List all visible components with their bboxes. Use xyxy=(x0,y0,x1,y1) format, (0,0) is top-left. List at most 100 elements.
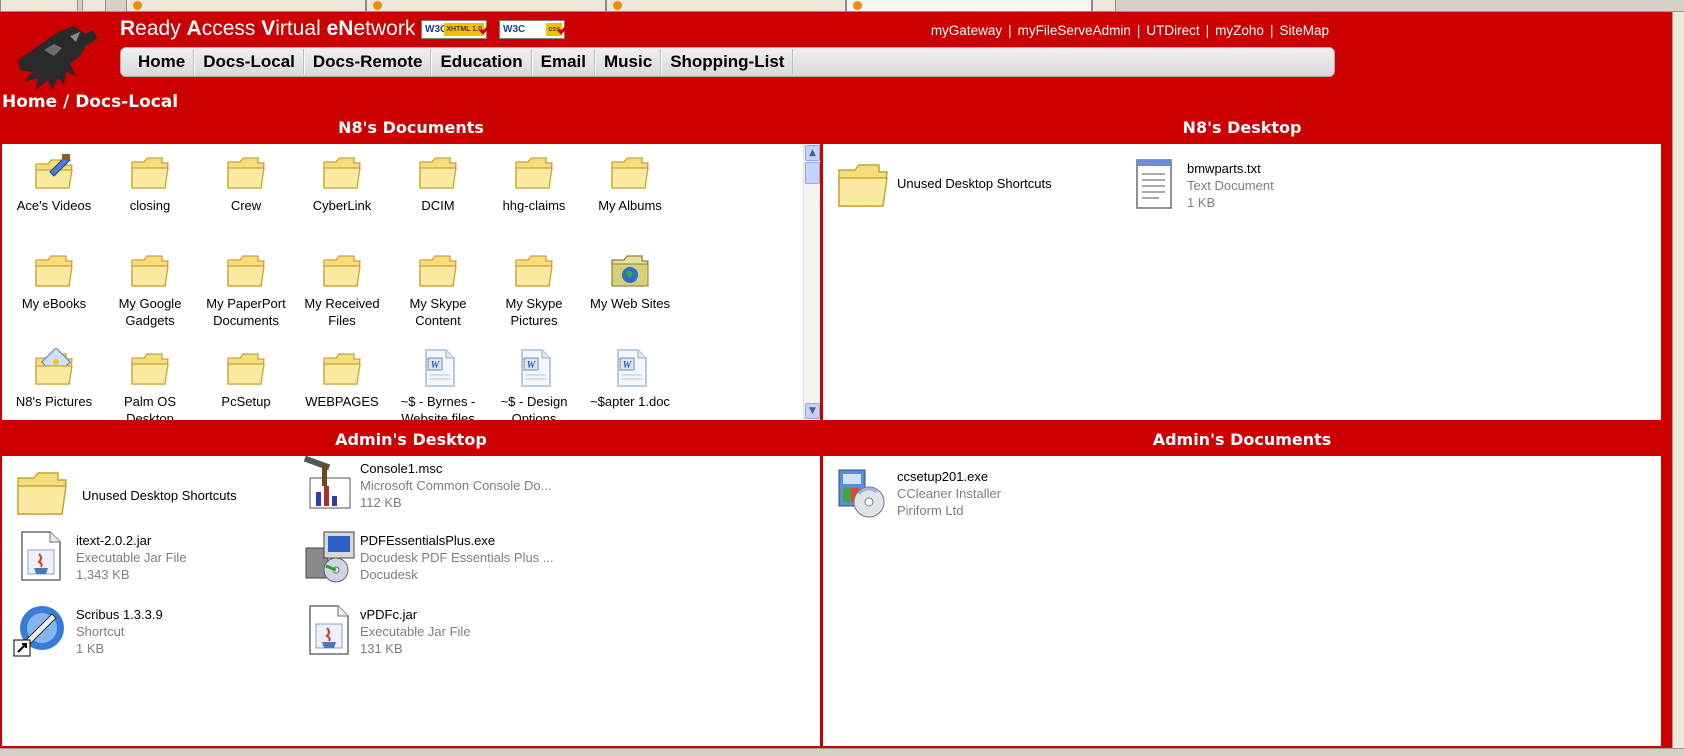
grid-item-label: Ace's Videos xyxy=(16,198,92,213)
browser-tab[interactable] xyxy=(82,0,106,12)
file-name: vPDFc.jar xyxy=(360,607,418,622)
grid-item[interactable]: hhg-claims xyxy=(486,152,582,214)
browser-tab-active[interactable] xyxy=(846,0,1092,12)
tile-pdfessentialsplus-exe[interactable]: PDFEssentialsPlus.exe Docudesk PDF Essen… xyxy=(302,528,602,592)
grid-item-label: ~$apter 1.doc xyxy=(590,394,670,409)
scribus-shortcut-icon xyxy=(13,606,64,657)
file-size: 112 KB xyxy=(360,495,402,510)
folder-globe-icon xyxy=(611,255,649,287)
site-title-part: A xyxy=(186,17,202,40)
grid-item-label: My Google Gadgets xyxy=(118,296,182,328)
site-title-part: ccess xyxy=(201,17,262,40)
w3c-xhtml-badge[interactable]: W3C XHTML 1.0 xyxy=(421,20,490,39)
grid-item[interactable]: Palm OS Desktop xyxy=(102,348,198,420)
scroll-down-button[interactable]: ▼ xyxy=(805,403,820,419)
svg-text:W: W xyxy=(623,360,633,371)
grid-item[interactable]: N8's Pictures xyxy=(6,348,102,410)
separator: | xyxy=(1136,23,1141,38)
nav-docs-remote[interactable]: Docs-Remote xyxy=(303,49,432,75)
grid-item[interactable]: W ~$ - Design Options xyxy=(486,348,582,420)
scroll-up-button[interactable]: ▲ xyxy=(805,145,820,161)
tile-console1-msc[interactable]: Console1.msc Microsoft Common Console Do… xyxy=(302,456,602,516)
nav-email[interactable]: Email xyxy=(531,49,595,75)
nav-docs-local[interactable]: Docs-Local xyxy=(194,49,304,75)
firefox-icon xyxy=(853,1,862,10)
breadcrumb: Home / Docs-Local xyxy=(2,92,179,112)
n8-documents-pane: Ace's Videos closing Crew CyberLink DCIM hhg-… xyxy=(2,144,820,420)
firefox-icon xyxy=(133,1,142,10)
grid-item[interactable]: My eBooks xyxy=(6,250,102,312)
file-type: CCleaner Installer xyxy=(897,486,1002,501)
window-scrollbar[interactable] xyxy=(1672,12,1684,748)
jar-file-icon xyxy=(309,605,349,655)
link-mygateway[interactable]: myGateway xyxy=(931,23,1002,38)
n8-desktop-pane: Unused Desktop Shortcuts bmwparts.txt Te… xyxy=(823,144,1661,420)
pane-title-admin-desktop: Admin's Desktop xyxy=(335,430,487,449)
browser-tab[interactable] xyxy=(606,0,846,12)
admin-documents-pane: ccsetup201.exe CCleaner Installer Pirifo… xyxy=(823,456,1661,746)
folder-icon xyxy=(323,255,361,287)
grid-item[interactable]: My Skype Pictures xyxy=(486,250,582,329)
link-utdirect[interactable]: UTDirect xyxy=(1146,23,1199,38)
site-title-part: irtual xyxy=(275,17,327,40)
browser-tab[interactable] xyxy=(366,0,606,12)
folder-icon xyxy=(611,157,649,189)
tile-bmwparts-txt[interactable]: bmwparts.txt Text Document 1 KB xyxy=(1129,156,1429,216)
grid-item[interactable]: PcSetup xyxy=(198,348,294,410)
grid-item[interactable]: My PaperPort Documents xyxy=(198,250,294,329)
tile-scribus-shortcut[interactable]: Scribus 1.3.3.9 Shortcut 1 KB xyxy=(12,602,282,666)
file-publisher: Docudesk xyxy=(360,567,418,582)
file-type: Microsoft Common Console Do... xyxy=(360,478,552,493)
link-myfileserveadmin[interactable]: myFileServeAdmin xyxy=(1018,23,1131,38)
grid-item[interactable]: W ~$ - Byrnes - Website files xyxy=(390,348,486,420)
browser-tab[interactable] xyxy=(1092,0,1116,12)
file-size: 1,343 KB xyxy=(76,567,130,582)
file-type: Text Document xyxy=(1187,178,1274,193)
folder-icon xyxy=(419,255,457,287)
grid-item[interactable]: My Google Gadgets xyxy=(102,250,198,329)
main-nav: Home Docs-Local Docs-Remote Education Em… xyxy=(120,47,1335,77)
grid-item[interactable]: Crew xyxy=(198,152,294,214)
grid-item[interactable]: My Albums xyxy=(582,152,678,214)
grid-item[interactable]: My Web Sites xyxy=(582,250,678,312)
vertical-scrollbar[interactable]: ▲ ▼ xyxy=(803,144,820,420)
file-type: Executable Jar File xyxy=(360,624,471,639)
grid-item[interactable]: W ~$apter 1.doc xyxy=(582,348,678,410)
grid-item[interactable]: Ace's Videos xyxy=(6,152,102,214)
grid-item-label: My Web Sites xyxy=(590,296,670,311)
folder-pictures-icon xyxy=(35,348,73,385)
admin-desktop-pane: Unused Desktop Shortcuts Console1.msc Mi… xyxy=(2,456,820,746)
grid-item[interactable]: WEBPAGES xyxy=(294,348,390,410)
nav-education[interactable]: Education xyxy=(431,49,532,75)
tile-ccsetup201-exe[interactable]: ccsetup201.exe CCleaner Installer Pirifo… xyxy=(833,464,1133,528)
nav-shopping-list[interactable]: Shopping-List xyxy=(661,49,794,75)
word-doc-icon: W xyxy=(521,349,551,387)
status-bar xyxy=(0,748,1684,756)
folder-icon xyxy=(419,157,457,189)
browser-tab[interactable] xyxy=(126,0,366,12)
tile-unused-desktop-shortcuts[interactable]: Unused Desktop Shortcuts xyxy=(14,464,284,520)
grid-item[interactable]: closing xyxy=(102,152,198,214)
separator: | xyxy=(1008,23,1012,38)
pane-title-n8-desktop: N8's Desktop xyxy=(1182,118,1302,137)
pane-title-n8-documents: N8's Documents xyxy=(338,118,484,137)
grid-item[interactable]: DCIM xyxy=(390,152,486,214)
tile-unused-desktop-shortcuts[interactable]: Unused Desktop Shortcuts xyxy=(835,156,1105,212)
nav-home[interactable]: Home xyxy=(130,49,195,75)
folder-video-icon xyxy=(35,154,73,189)
link-sitemap[interactable]: SiteMap xyxy=(1279,23,1329,38)
tile-vpdfc-jar[interactable]: vPDFc.jar Executable Jar File 131 KB xyxy=(302,602,602,666)
grid-item[interactable]: My Received Files xyxy=(294,250,390,329)
tile-itext-jar[interactable]: itext-2.0.2.jar Executable Jar File 1,34… xyxy=(14,528,284,588)
folder-icon xyxy=(515,157,553,189)
grid-item[interactable]: CyberLink xyxy=(294,152,390,214)
browser-tab[interactable] xyxy=(0,0,78,12)
nav-music[interactable]: Music xyxy=(595,49,662,75)
grid-item[interactable]: My Skype Content xyxy=(390,250,486,329)
grid-item-label: My PaperPort Documents xyxy=(206,296,286,328)
link-myzoho[interactable]: myZoho xyxy=(1215,23,1264,38)
w3c-css-badge[interactable]: W3C css xyxy=(499,20,568,39)
scroll-thumb[interactable] xyxy=(805,162,820,184)
file-size: 1 KB xyxy=(1187,195,1216,210)
grid-item-label: CyberLink xyxy=(312,198,372,213)
